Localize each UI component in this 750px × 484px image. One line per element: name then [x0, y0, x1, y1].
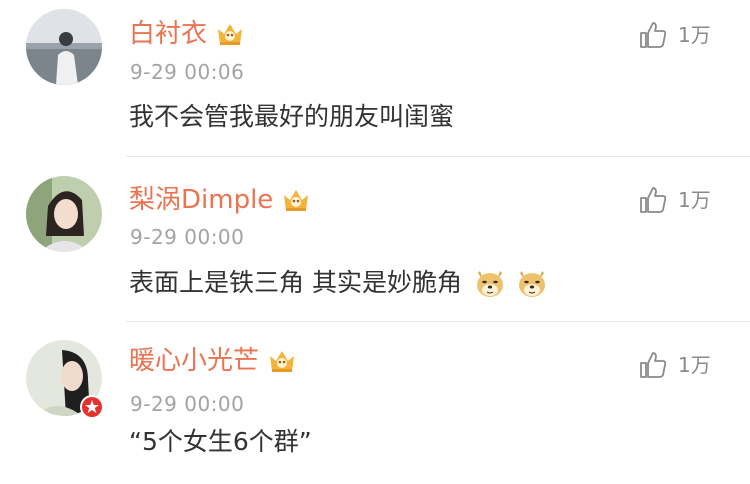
- verified-badge-icon: [79, 394, 105, 420]
- comment-text: 表面上是铁三角 其实是妙脆角: [129, 265, 550, 301]
- crown-badge-icon: [281, 185, 311, 215]
- username-row: 梨涡Dimple: [129, 182, 311, 218]
- user-avatar[interactable]: [26, 9, 102, 85]
- like-count: 1万: [678, 353, 711, 377]
- doge-emoji-icon: [472, 265, 508, 301]
- thumb-up-icon: [638, 350, 668, 380]
- comment-text-body: 表面上是铁三角 其实是妙脆角: [129, 268, 462, 297]
- username[interactable]: 白衬衣: [129, 16, 207, 52]
- username[interactable]: 梨涡Dimple: [129, 182, 273, 218]
- avatar-image: [26, 9, 102, 85]
- crown-badge-icon: [267, 346, 297, 376]
- username[interactable]: 暖心小光芒: [129, 343, 259, 379]
- comment-text: 我不会管我最好的朋友叫闺蜜: [129, 99, 454, 135]
- avatar-image: [26, 176, 102, 252]
- user-avatar[interactable]: [26, 340, 104, 419]
- thumb-up-icon: [638, 20, 668, 50]
- like-button[interactable]: 1万: [638, 19, 711, 51]
- username-row: 暖心小光芒: [129, 343, 297, 379]
- comment-timestamp: 9-29 00:06: [130, 60, 245, 84]
- like-button[interactable]: 1万: [638, 349, 711, 381]
- comment-item: 白衬衣 9-29 00:06 我不会管我最好的朋友叫闺蜜 1万: [0, 0, 750, 156]
- thumb-up-icon: [638, 185, 668, 215]
- like-button[interactable]: 1万: [638, 184, 711, 216]
- comment-item: 暖心小光芒 9-29 00:00 “5个女生6个群” 1万: [0, 322, 750, 484]
- comment-text-body: “5个女生6个群”: [129, 427, 312, 456]
- username-row: 白衬衣: [129, 16, 245, 52]
- comment-text-body: 我不会管我最好的朋友叫闺蜜: [129, 102, 455, 131]
- comment-item: 梨涡Dimple 9-29 00:00 表面上是铁三角 其实是妙脆角 1万: [0, 157, 750, 321]
- comment-text: “5个女生6个群”: [129, 424, 312, 460]
- doge-emoji-icon: [514, 265, 550, 301]
- comment-timestamp: 9-29 00:00: [130, 225, 245, 249]
- like-count: 1万: [678, 188, 711, 212]
- like-count: 1万: [678, 23, 711, 47]
- user-avatar[interactable]: [26, 176, 102, 252]
- crown-badge-icon: [215, 19, 245, 49]
- comment-timestamp: 9-29 00:00: [130, 392, 245, 416]
